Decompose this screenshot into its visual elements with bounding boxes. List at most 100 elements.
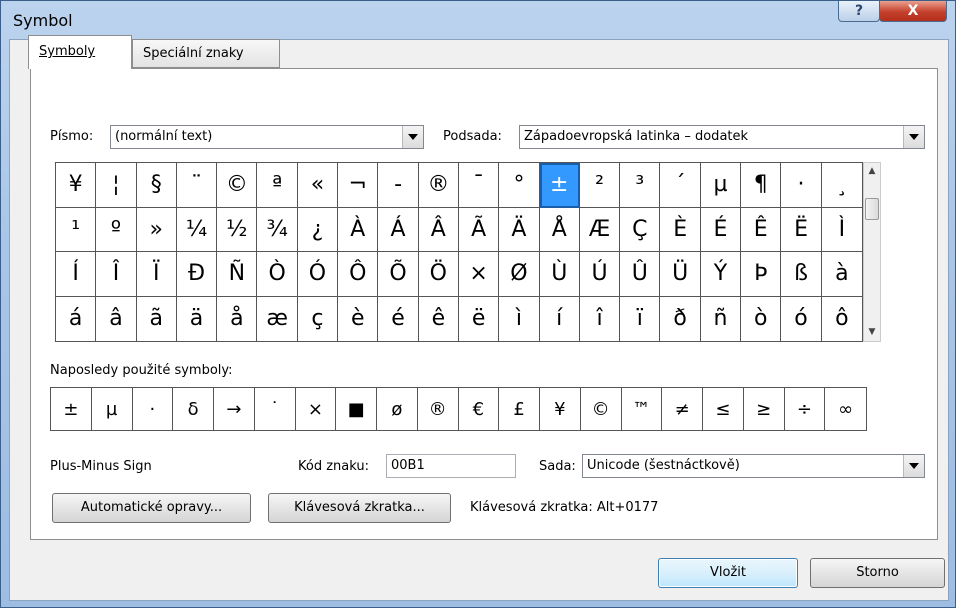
- symbol-cell[interactable]: ñ: [701, 296, 742, 341]
- recent-symbol-cell[interactable]: ©: [581, 388, 622, 430]
- symbol-cell[interactable]: ì: [499, 296, 540, 341]
- symbol-cell[interactable]: à: [821, 252, 862, 297]
- scroll-down-icon[interactable]: ▼: [864, 324, 880, 341]
- symbol-cell[interactable]: ç: [298, 296, 339, 341]
- scrollbar-thumb[interactable]: [865, 198, 879, 220]
- symbol-cell[interactable]: í: [540, 296, 580, 341]
- recent-symbol-cell[interactable]: ■: [336, 388, 377, 430]
- symbol-cell[interactable]: À: [338, 207, 379, 252]
- symbol-cell[interactable]: ¯: [458, 163, 500, 208]
- symbol-cell[interactable]: ·: [781, 163, 822, 208]
- symbol-cell[interactable]: º: [96, 207, 137, 252]
- symbol-cell[interactable]: Ô: [338, 252, 379, 297]
- symbol-cell[interactable]: Ä: [499, 207, 540, 252]
- symbol-cell[interactable]: ¨: [176, 163, 218, 208]
- symbol-cell[interactable]: ½: [217, 207, 258, 252]
- symbol-cell-selected[interactable]: ±: [539, 163, 580, 208]
- recent-symbol-cell[interactable]: ≥: [744, 388, 785, 430]
- symbol-cell[interactable]: °: [499, 163, 540, 208]
- symbol-cell[interactable]: å: [217, 296, 258, 341]
- symbol-cell[interactable]: -: [378, 163, 419, 208]
- symbol-cell[interactable]: ×: [458, 252, 500, 297]
- help-button[interactable]: ?: [838, 1, 880, 22]
- symbol-cell[interactable]: Æ: [579, 207, 621, 252]
- symbol-cell[interactable]: é: [378, 296, 419, 341]
- symbol-cell[interactable]: ä: [177, 296, 218, 341]
- symbol-cell[interactable]: §: [136, 163, 177, 208]
- scroll-up-icon[interactable]: ▲: [864, 163, 880, 180]
- symbol-cell[interactable]: ó: [781, 296, 822, 341]
- symbol-cell[interactable]: Ì: [821, 208, 862, 252]
- recent-symbol-cell[interactable]: ≤: [703, 388, 744, 430]
- symbol-cell[interactable]: Ë: [781, 207, 822, 252]
- insert-button[interactable]: Vložit: [658, 558, 798, 588]
- recent-symbol-cell[interactable]: £: [499, 388, 540, 430]
- symbol-cell[interactable]: Ç: [620, 207, 661, 252]
- symbol-cell[interactable]: è: [338, 296, 379, 341]
- recent-symbol-cell[interactable]: ≠: [662, 388, 703, 430]
- symbol-cell[interactable]: â: [96, 296, 137, 341]
- symbol-cell[interactable]: Ñ: [217, 252, 258, 297]
- recent-symbol-cell[interactable]: ±: [51, 388, 92, 430]
- char-code-input[interactable]: 00B1: [386, 454, 516, 478]
- symbol-cell[interactable]: Ò: [257, 252, 298, 297]
- symbol-cell[interactable]: ï: [620, 296, 661, 341]
- symbol-cell[interactable]: Ï: [136, 252, 177, 297]
- recent-symbol-cell[interactable]: ×: [296, 388, 337, 430]
- symbol-cell[interactable]: ´: [660, 163, 701, 208]
- symbol-cell[interactable]: ®: [418, 163, 459, 208]
- symbol-cell[interactable]: ¥: [56, 163, 97, 208]
- recent-symbol-cell[interactable]: ÷: [785, 388, 826, 430]
- symbol-cell[interactable]: ¾: [257, 207, 298, 252]
- symbol-cell[interactable]: ê: [419, 296, 459, 341]
- symbol-cell[interactable]: µ: [700, 163, 742, 208]
- symbol-cell[interactable]: Ó: [297, 252, 339, 297]
- symbol-cell[interactable]: Ù: [539, 252, 580, 297]
- symbol-cell[interactable]: ã: [137, 296, 177, 341]
- recent-symbol-cell[interactable]: ∞: [825, 388, 866, 430]
- symbol-cell[interactable]: Ã: [458, 207, 500, 252]
- close-button[interactable]: X: [879, 1, 947, 22]
- shortcut-key-button[interactable]: Klávesová zkratka...: [268, 493, 451, 523]
- symbol-cell[interactable]: Ê: [741, 207, 782, 252]
- autocorrect-button[interactable]: Automatické opravy...: [52, 493, 251, 523]
- symbol-cell[interactable]: ò: [741, 296, 782, 341]
- recent-symbol-cell[interactable]: ™: [622, 388, 663, 430]
- symbol-cell[interactable]: É: [700, 207, 742, 252]
- symbol-cell[interactable]: ¦: [96, 163, 137, 208]
- chevron-down-icon[interactable]: [402, 126, 423, 148]
- symbol-cell[interactable]: Û: [620, 252, 661, 297]
- subset-select[interactable]: Západoevropská latinka – dodatek: [519, 125, 925, 149]
- symbol-cell[interactable]: æ: [257, 296, 298, 341]
- chevron-down-icon[interactable]: [903, 455, 924, 477]
- symbol-cell[interactable]: ¿: [297, 207, 339, 252]
- symbol-cell[interactable]: Ö: [418, 252, 459, 297]
- char-set-select[interactable]: Unicode (šestnáctkově): [582, 454, 925, 478]
- symbol-cell[interactable]: î: [580, 296, 621, 341]
- tab-symbols[interactable]: Symboly: [28, 35, 132, 69]
- symbol-cell[interactable]: ¼: [176, 207, 218, 252]
- symbol-cell[interactable]: Å: [539, 207, 580, 252]
- symbol-cell[interactable]: Î: [96, 252, 137, 297]
- recent-symbols-grid[interactable]: ± µ · δ → ˙ × ■ ø ® € £ ¥ © ™ ≠ ≤ ≥ ÷ ∞: [50, 387, 867, 431]
- font-select[interactable]: (normální text): [110, 125, 424, 149]
- tab-special-characters[interactable]: Speciální znaky: [132, 39, 280, 68]
- symbol-cell[interactable]: ¬: [338, 163, 379, 208]
- symbol-cell[interactable]: ¶: [741, 163, 782, 208]
- symbol-cell[interactable]: Í: [56, 252, 97, 297]
- symbol-cell[interactable]: Þ: [741, 252, 782, 297]
- recent-symbol-cell[interactable]: ·: [133, 388, 174, 430]
- symbol-cell[interactable]: ð: [660, 296, 701, 341]
- symbol-cell[interactable]: Á: [378, 207, 419, 252]
- symbol-cell[interactable]: ª: [257, 163, 298, 208]
- symbol-cell[interactable]: Ø: [499, 252, 540, 297]
- symbol-cell[interactable]: Ü: [660, 252, 701, 297]
- symbol-cell[interactable]: ³: [620, 163, 661, 208]
- recent-symbol-cell[interactable]: ø: [377, 388, 418, 430]
- symbol-cell[interactable]: ¹: [56, 207, 97, 252]
- symbol-cell[interactable]: Â: [418, 207, 459, 252]
- recent-symbol-cell[interactable]: →: [214, 388, 255, 430]
- recent-symbol-cell[interactable]: ˙: [255, 388, 296, 430]
- symbol-cell[interactable]: Õ: [378, 252, 419, 297]
- symbol-cell[interactable]: «: [297, 163, 339, 208]
